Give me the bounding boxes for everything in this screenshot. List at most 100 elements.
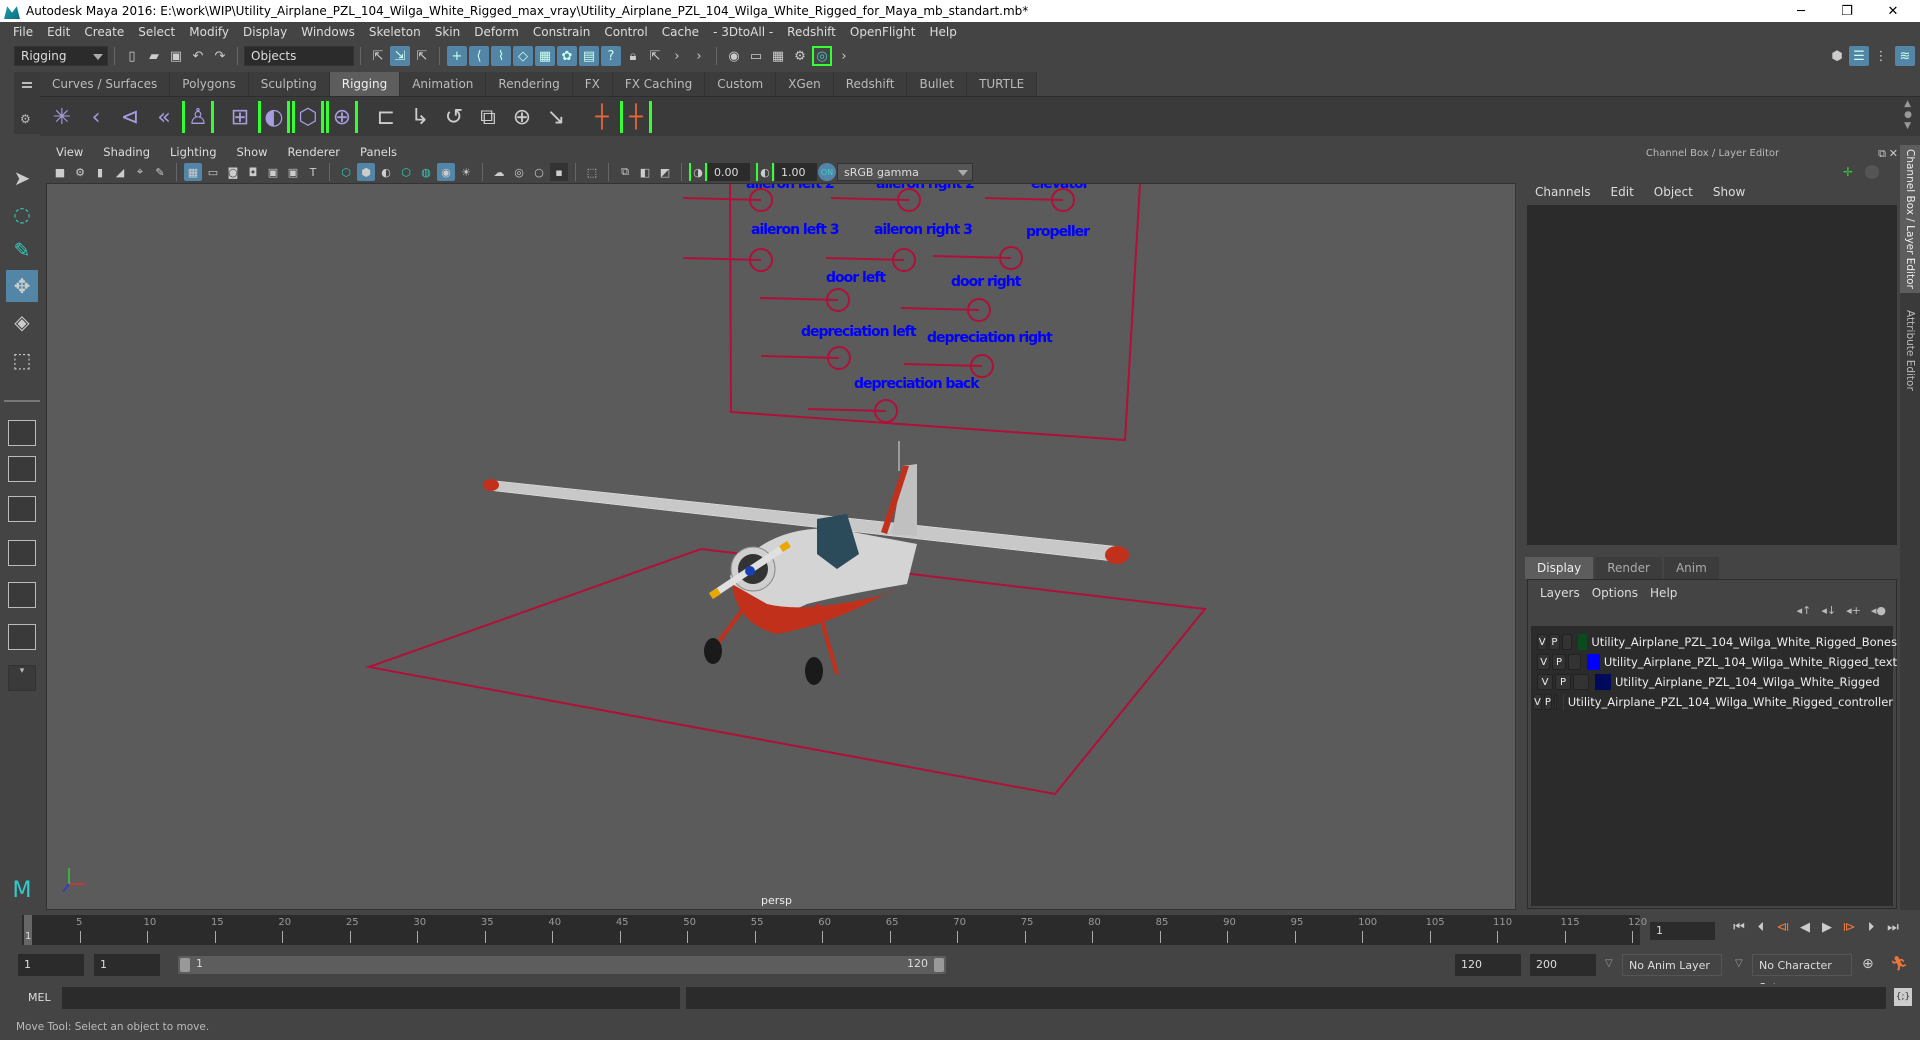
grid-icon[interactable]: ▦: [184, 163, 202, 181]
menu-deform[interactable]: Deform: [467, 25, 526, 39]
isolate-select-icon[interactable]: ⬚: [583, 163, 601, 181]
layer-playback-toggle[interactable]: P: [1543, 694, 1552, 710]
shelf-tab-polygons[interactable]: Polygons: [170, 72, 249, 96]
render-view-icon[interactable]: ◉: [724, 46, 744, 66]
menu-cache[interactable]: Cache: [655, 25, 706, 39]
character-set-chevron-icon[interactable]: ▽: [1735, 958, 1743, 969]
menu-edit[interactable]: Edit: [40, 25, 77, 39]
select-tool-icon[interactable]: ➤: [6, 162, 38, 194]
bind-skin-icon[interactable]: ⊞: [224, 101, 256, 133]
outliner-persp-layout-icon[interactable]: [8, 496, 36, 522]
layer-visibility-toggle[interactable]: V: [1537, 634, 1548, 650]
menu-select[interactable]: Select: [131, 25, 182, 39]
default-material-icon[interactable]: ◐: [377, 163, 395, 181]
safe-title-icon[interactable]: T: [304, 163, 322, 181]
hypershade-layout-icon[interactable]: [8, 582, 36, 608]
layer-color-swatch[interactable]: [1577, 634, 1588, 650]
side-tab-attribute-editor[interactable]: Attribute Editor: [1900, 295, 1920, 405]
smooth-bind-icon[interactable]: ◐: [258, 101, 290, 133]
layer-playback-toggle[interactable]: P: [1552, 654, 1566, 670]
humanik-icon[interactable]: ♙: [182, 101, 214, 133]
exposure-icon[interactable]: ◑: [689, 163, 707, 181]
textured-icon[interactable]: ◍: [417, 163, 435, 181]
shelf-tab-curves-surfaces[interactable]: Curves / Surfaces: [40, 72, 171, 96]
single-perspective-layout-icon[interactable]: [8, 420, 36, 446]
snap-point-icon[interactable]: ⌇: [491, 46, 511, 66]
exposure-field[interactable]: 0.00: [708, 163, 750, 181]
auto-key-icon[interactable]: ⊕: [1862, 956, 1874, 972]
joint-tool-icon[interactable]: ✳: [46, 101, 78, 133]
graph-editor-layout-icon[interactable]: [8, 540, 36, 566]
layer-visibility-toggle[interactable]: V: [1533, 694, 1542, 710]
layer-display-type-toggle[interactable]: [1553, 694, 1557, 710]
modeling-toolkit-icon[interactable]: ⬢: [1827, 46, 1847, 66]
shelf-settings-gear-icon[interactable]: ⚙: [20, 112, 31, 126]
field-chart-icon[interactable]: ▣: [264, 163, 282, 181]
move-layer-up-icon[interactable]: ◂↑: [1797, 604, 1812, 617]
layer-playback-toggle[interactable]: P: [1549, 634, 1560, 650]
anim-layer-chevron-icon[interactable]: ▽: [1605, 958, 1613, 969]
maximize-button[interactable]: ❐: [1824, 0, 1870, 22]
collapse-icon[interactable]: ›: [689, 46, 709, 66]
locator-icon[interactable]: ┼: [586, 101, 618, 133]
viewport-menu-lighting[interactable]: Lighting: [160, 145, 226, 161]
layer-display-type-toggle[interactable]: [1567, 654, 1581, 670]
aim-constraint-icon[interactable]: ⊕: [506, 101, 538, 133]
render-settings-icon[interactable]: ⚙: [790, 46, 810, 66]
snap-history-icon[interactable]: ▤: [579, 46, 599, 66]
tool-settings-icon[interactable]: ⋮: [1871, 46, 1891, 66]
shelf-tab-animation[interactable]: Animation: [400, 72, 487, 96]
layer-display-type-toggle[interactable]: [1561, 634, 1572, 650]
safe-action-icon[interactable]: ▣: [284, 163, 302, 181]
close-button[interactable]: ✕: [1870, 0, 1916, 22]
select-input-icon[interactable]: ⇱: [645, 46, 665, 66]
four-view-layout-icon[interactable]: [8, 456, 36, 482]
layer-visibility-toggle[interactable]: V: [1537, 654, 1551, 670]
use-all-lights-icon[interactable]: ◉: [437, 163, 455, 181]
layer-color-swatch[interactable]: [1595, 674, 1611, 690]
scale-tool-icon[interactable]: ⬚: [6, 344, 38, 376]
grease-pencil-icon[interactable]: ✎: [151, 163, 169, 181]
pole-vector-constraint-icon[interactable]: ↘: [540, 101, 572, 133]
gamma-icon[interactable]: ◐: [756, 163, 774, 181]
character-set-dropdown[interactable]: No Character Set: [1752, 954, 1852, 994]
layer-color-swatch[interactable]: [1562, 694, 1564, 710]
move-layer-down-icon[interactable]: ◂↓: [1821, 604, 1836, 617]
close-panel-icon[interactable]: ✕: [1889, 147, 1898, 160]
render-current-icon[interactable]: ▭: [746, 46, 766, 66]
step-back-key-icon[interactable]: ⧏: [1772, 920, 1794, 935]
motion-blur-icon[interactable]: ◎: [510, 163, 528, 181]
2d-pan-zoom-icon[interactable]: ⌖: [131, 163, 149, 181]
step-forward-frame-icon[interactable]: ⏵︎: [1860, 920, 1882, 935]
side-tab-channel-box[interactable]: Channel Box / Layer Editor: [1900, 145, 1920, 293]
ik-handle-icon[interactable]: ‹: [80, 101, 112, 133]
ik-spline-icon[interactable]: ⊲: [114, 101, 146, 133]
range-start-handle[interactable]: [180, 958, 190, 972]
xray-joints-icon[interactable]: ◧: [636, 163, 654, 181]
play-backwards-icon[interactable]: ◀: [1794, 920, 1816, 935]
perspective-viewport[interactable]: aileron left 2 aileron right 2 elevator ail…: [46, 183, 1516, 910]
animation-end-field[interactable]: 200: [1530, 954, 1596, 976]
redo-icon[interactable]: ↷: [210, 46, 230, 66]
select-object-icon[interactable]: ⇲: [390, 46, 410, 66]
menu-constrain[interactable]: Constrain: [526, 25, 598, 39]
screen-space-ao-icon[interactable]: ☁: [490, 163, 508, 181]
shelf-tab-redshift[interactable]: Redshift: [833, 72, 908, 96]
lock-icon[interactable]: 🔒︎: [623, 46, 643, 66]
outliner-graph-layout-icon[interactable]: [8, 624, 36, 650]
viewport-menu-show[interactable]: Show: [227, 145, 278, 161]
layer-color-swatch[interactable]: [1586, 654, 1600, 670]
smooth-shade-icon[interactable]: ⬢: [357, 163, 375, 181]
camera-icon[interactable]: ■: [51, 163, 69, 181]
save-scene-icon[interactable]: ▣: [166, 46, 186, 66]
depth-of-field-icon[interactable]: ▪: [550, 163, 568, 181]
channel-box-area[interactable]: [1527, 205, 1897, 545]
collapse-icon[interactable]: ›: [667, 46, 687, 66]
undo-icon[interactable]: ↶: [188, 46, 208, 66]
open-scene-icon[interactable]: ▰: [144, 46, 164, 66]
viewport-menu-view[interactable]: View: [46, 145, 93, 161]
menu-windows[interactable]: Windows: [294, 25, 362, 39]
lasso-tool-icon[interactable]: ◌: [6, 198, 38, 230]
snap-curve-icon[interactable]: ⟨: [469, 46, 489, 66]
mel-label[interactable]: MEL: [28, 991, 51, 1004]
